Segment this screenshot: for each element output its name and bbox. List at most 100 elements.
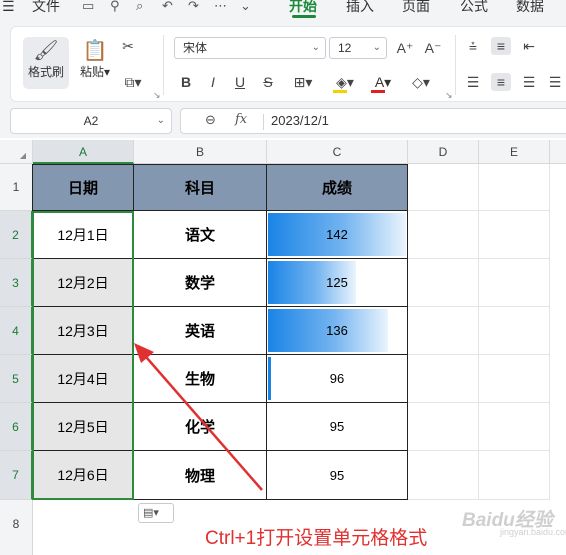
score-value: 95 — [329, 419, 345, 434]
align-center-icon[interactable]: ≡ — [491, 73, 511, 91]
cell-e6[interactable] — [479, 403, 550, 451]
header-cell-subject[interactable]: 科目 — [134, 164, 267, 211]
tab-home[interactable]: 开始 — [289, 0, 317, 16]
tab-formula[interactable]: 公式 — [460, 0, 488, 16]
format-painter-button[interactable]: 🖌 格式刷 — [25, 39, 67, 80]
column-header-c[interactable]: C — [267, 140, 408, 164]
font-name-select[interactable]: 宋体 ⌄ — [174, 37, 326, 59]
cell-d1[interactable] — [408, 164, 479, 211]
row-header-1[interactable]: 1 — [0, 164, 33, 211]
date-cell[interactable]: 12月4日 — [33, 355, 134, 403]
subject-cell[interactable]: 生物 — [134, 355, 267, 403]
row-header-3[interactable]: 3 — [0, 259, 33, 307]
cut-icon[interactable]: ✂ — [118, 37, 138, 55]
cell-d5[interactable] — [408, 355, 479, 403]
row-header-8[interactable]: 8 — [0, 500, 33, 555]
cell-e4[interactable] — [479, 307, 550, 355]
header-cell-date[interactable]: 日期 — [33, 164, 134, 211]
score-cell[interactable]: 136 — [267, 307, 408, 355]
cell-d3[interactable] — [408, 259, 479, 307]
subject-cell[interactable]: 物理 — [134, 451, 267, 500]
redo-icon[interactable]: ↷ — [188, 0, 199, 14]
copy-icon[interactable]: ⧉▾ — [118, 73, 148, 91]
cell-e3[interactable] — [479, 259, 550, 307]
score-cell[interactable]: 96 — [267, 355, 408, 403]
print-preview-icon[interactable]: ⌕ — [136, 0, 143, 14]
align-right-icon[interactable]: ☰ — [519, 73, 539, 91]
subject-cell[interactable]: 化学 — [134, 403, 267, 451]
clipboard-expander-icon[interactable]: ↘ — [153, 90, 161, 101]
function-icon[interactable]: fx — [235, 112, 247, 127]
row-header-7[interactable]: 7 — [0, 451, 33, 500]
undo-icon[interactable]: ↶ — [162, 0, 173, 14]
italic-icon[interactable]: I — [203, 73, 223, 91]
date-cell[interactable]: 12月6日 — [33, 451, 134, 500]
cell-e5[interactable] — [479, 355, 550, 403]
align-top-icon[interactable]: ⩮ — [463, 37, 483, 55]
cell-d2[interactable] — [408, 211, 479, 259]
column-header-e[interactable]: E — [479, 140, 550, 164]
score-value: 96 — [329, 371, 345, 386]
decrease-font-icon[interactable]: A⁻ — [423, 39, 443, 57]
subject-cell[interactable]: 英语 — [134, 307, 267, 355]
tab-insert[interactable]: 插入 — [346, 0, 374, 16]
file-menu[interactable]: 文件 — [32, 0, 60, 16]
share-icon[interactable]: ⚲ — [110, 0, 120, 14]
cell-d6[interactable] — [408, 403, 479, 451]
zoom-icon[interactable]: ⊖ — [205, 112, 216, 128]
strikethrough-icon[interactable]: S — [258, 73, 278, 91]
corner-triangle-icon: ◢ — [19, 151, 26, 160]
header-cell-score[interactable]: 成绩 — [267, 164, 408, 211]
align-middle-icon[interactable]: ≡ — [491, 37, 511, 55]
font-size-select[interactable]: 12 ⌄ — [329, 37, 387, 59]
cell-e2[interactable] — [479, 211, 550, 259]
row-header-6[interactable]: 6 — [0, 403, 33, 451]
column-header-f[interactable] — [550, 140, 566, 164]
score-value: 95 — [329, 467, 345, 483]
paste-options-button[interactable]: ▤▾ — [138, 503, 174, 523]
score-cell[interactable]: 142 — [267, 211, 408, 259]
row-header-4[interactable]: 4 — [0, 307, 33, 355]
formula-input[interactable]: ⊖ fx 2023/12/1 — [180, 108, 566, 134]
cell-d7[interactable] — [408, 451, 479, 500]
column-header-d[interactable]: D — [408, 140, 479, 164]
increase-font-icon[interactable]: A⁺ — [395, 39, 415, 57]
indent-left-icon[interactable]: ⇤ — [519, 37, 539, 55]
menu-icon[interactable]: ☰ — [2, 0, 15, 16]
borders-icon[interactable]: ⊞▾ — [289, 73, 317, 91]
cell-e1[interactable] — [479, 164, 550, 211]
formula-value: 2023/12/1 — [271, 113, 329, 128]
paste-button[interactable]: 📋 粘贴▾ — [75, 39, 115, 80]
more-actions-icon[interactable]: ⋯ — [214, 0, 227, 14]
subject-cell[interactable]: 数学 — [134, 259, 267, 307]
row-header-2[interactable]: 2 — [0, 211, 33, 259]
chevron-down-icon[interactable]: ⌄ — [240, 0, 251, 14]
align-left-icon[interactable]: ☰ — [463, 73, 483, 91]
date-cell[interactable]: 12月5日 — [33, 403, 134, 451]
score-cell[interactable]: 125 — [267, 259, 408, 307]
row-header-5[interactable]: 5 — [0, 355, 33, 403]
name-box[interactable]: A2 ⌄ — [10, 108, 172, 134]
cell-e7[interactable] — [479, 451, 550, 500]
column-header-b[interactable]: B — [134, 140, 267, 164]
date-cell[interactable]: 12月1日 — [33, 211, 134, 259]
justify-icon[interactable]: ☰ — [545, 73, 565, 91]
fill-color-icon[interactable]: ◈▾ — [331, 73, 359, 91]
subject-cell[interactable]: 语文 — [134, 211, 267, 259]
chevron-down-icon: ⌄ — [311, 42, 320, 53]
font-expander-icon[interactable]: ↘ — [445, 90, 453, 101]
tab-page[interactable]: 页面 — [402, 0, 430, 16]
score-cell[interactable]: 95 — [267, 451, 408, 500]
font-color-icon[interactable]: A▾ — [369, 73, 397, 91]
bold-icon[interactable]: B — [176, 73, 196, 91]
score-cell[interactable]: 95 — [267, 403, 408, 451]
clear-format-icon[interactable]: ◇▾ — [407, 73, 435, 91]
cell-d4[interactable] — [408, 307, 479, 355]
tab-data[interactable]: 数据 — [516, 0, 544, 16]
underline-icon[interactable]: U — [230, 73, 250, 91]
select-all-corner[interactable]: ◢ — [0, 140, 33, 164]
column-header-a[interactable]: A — [33, 140, 134, 164]
save-icon[interactable]: ▭ — [82, 0, 94, 14]
date-cell[interactable]: 12月2日 — [33, 259, 134, 307]
date-cell[interactable]: 12月3日 — [33, 307, 134, 355]
